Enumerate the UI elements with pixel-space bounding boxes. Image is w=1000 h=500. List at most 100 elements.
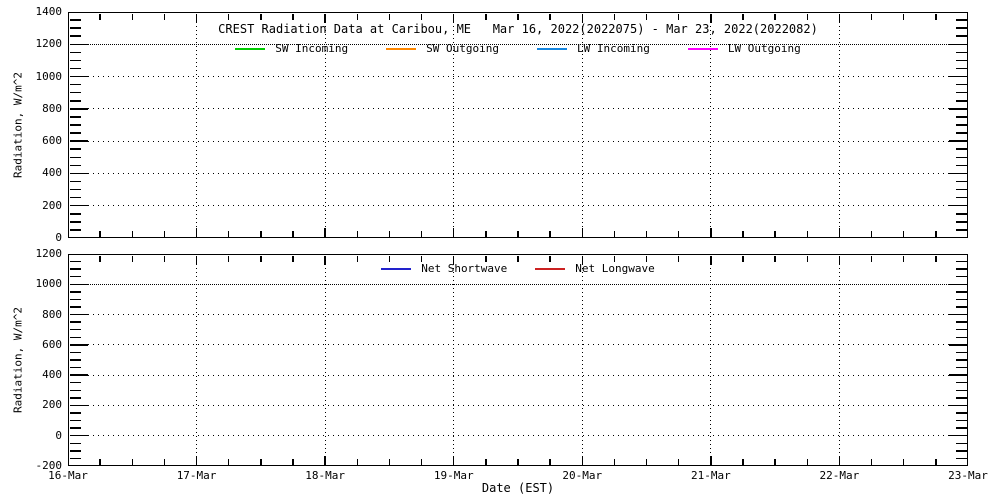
y-minor-tick <box>956 100 967 102</box>
panel-frame-net-radiation <box>68 254 968 466</box>
x-minor-tick <box>357 256 359 262</box>
y-minor-tick <box>956 27 967 29</box>
x-minor-tick <box>678 14 680 20</box>
x-minor-tick <box>807 256 809 262</box>
y-minor-tick <box>956 397 967 399</box>
y-major-tick <box>70 205 88 207</box>
y-gridline <box>88 76 949 77</box>
x-minor-tick <box>260 231 262 237</box>
x-minor-tick <box>871 256 873 262</box>
x-minor-tick <box>357 459 359 465</box>
y-tick-label: 800 <box>0 102 62 116</box>
x-minor-tick <box>742 459 744 465</box>
x-minor-tick <box>164 459 166 465</box>
y-gridline <box>88 435 949 436</box>
y-minor-tick <box>956 68 967 70</box>
y-tick-label: 1000 <box>0 70 62 84</box>
y-major-tick <box>70 173 88 175</box>
y-minor-tick <box>70 382 81 384</box>
legend-line-swatch <box>688 48 718 50</box>
y-minor-tick <box>70 337 81 339</box>
y-tick-label: 400 <box>0 368 62 382</box>
y-minor-tick <box>70 390 81 392</box>
y-tick-label: 200 <box>0 199 62 213</box>
y-minor-tick <box>70 221 81 223</box>
y-minor-tick <box>70 181 81 183</box>
y-minor-tick <box>70 84 81 86</box>
y-minor-tick <box>70 306 81 308</box>
y-gridline <box>88 141 949 142</box>
x-minor-tick <box>260 256 262 262</box>
x-minor-tick <box>228 14 230 20</box>
y-minor-tick <box>70 458 81 460</box>
y-minor-tick <box>70 60 81 62</box>
y-minor-tick <box>956 427 967 429</box>
y-minor-tick <box>956 443 967 445</box>
x-minor-tick <box>871 14 873 20</box>
y-minor-tick <box>956 19 967 21</box>
y-major-tick <box>949 344 967 346</box>
legend-item-lw-outgoing: LW Outgoing <box>688 42 801 56</box>
x-minor-tick <box>646 459 648 465</box>
legend-label: SW Outgoing <box>426 42 499 56</box>
y-minor-tick <box>956 221 967 223</box>
y-tick-label: 600 <box>0 338 62 352</box>
y-minor-tick <box>956 181 967 183</box>
x-minor-tick <box>485 14 487 20</box>
x-minor-tick <box>742 14 744 20</box>
radiation-chart: CREST Radiation Data at Caribou, ME Mar … <box>0 0 1000 500</box>
x-minor-tick <box>421 14 423 20</box>
x-minor-tick <box>935 14 937 20</box>
x-minor-tick <box>678 459 680 465</box>
y-tick-label: 0 <box>0 231 62 245</box>
x-minor-tick <box>292 14 294 20</box>
x-minor-tick <box>871 459 873 465</box>
y-minor-tick <box>956 132 967 134</box>
y-gridline <box>88 108 949 109</box>
x-minor-tick <box>228 459 230 465</box>
y-minor-tick <box>70 450 81 452</box>
y-minor-tick <box>956 306 967 308</box>
y-tick-label: 1200 <box>0 37 62 51</box>
x-minor-tick <box>871 231 873 237</box>
legend-line-swatch <box>537 48 567 50</box>
y-minor-tick <box>70 68 81 70</box>
legend-item-net-longwave: Net Longwave <box>535 262 654 276</box>
x-minor-tick <box>357 231 359 237</box>
x-minor-tick <box>260 459 262 465</box>
y-minor-tick <box>70 367 81 369</box>
legend-label: Net Shortwave <box>421 262 507 276</box>
y-minor-tick <box>70 420 81 422</box>
y-minor-tick <box>956 35 967 37</box>
y-minor-tick <box>956 420 967 422</box>
x-minor-tick <box>646 256 648 262</box>
y-gridline <box>88 405 949 406</box>
legend-label: SW Incoming <box>275 42 348 56</box>
x-axis-label: Date (EST) <box>68 481 968 495</box>
x-minor-tick <box>132 231 134 237</box>
x-minor-tick <box>903 14 905 20</box>
y-tick-label: 800 <box>0 308 62 322</box>
y-major-tick <box>949 108 967 110</box>
x-minor-tick <box>549 256 551 262</box>
y-minor-tick <box>70 148 81 150</box>
y-gridline <box>88 344 949 345</box>
y-gridline <box>88 284 949 285</box>
y-minor-tick <box>956 352 967 354</box>
legend-label: Net Longwave <box>575 262 654 276</box>
y-minor-tick <box>956 321 967 323</box>
y-tick-label: 0 <box>0 429 62 443</box>
x-minor-tick <box>421 231 423 237</box>
x-minor-tick <box>292 459 294 465</box>
y-minor-tick <box>956 382 967 384</box>
y-minor-tick <box>956 359 967 361</box>
x-minor-tick <box>485 256 487 262</box>
x-minor-tick <box>357 14 359 20</box>
x-minor-tick <box>228 231 230 237</box>
y-minor-tick <box>956 148 967 150</box>
legend-item-sw-outgoing: SW Outgoing <box>386 42 499 56</box>
x-minor-tick <box>614 256 616 262</box>
y-minor-tick <box>956 84 967 86</box>
y-minor-tick <box>956 450 967 452</box>
x-minor-tick <box>132 256 134 262</box>
